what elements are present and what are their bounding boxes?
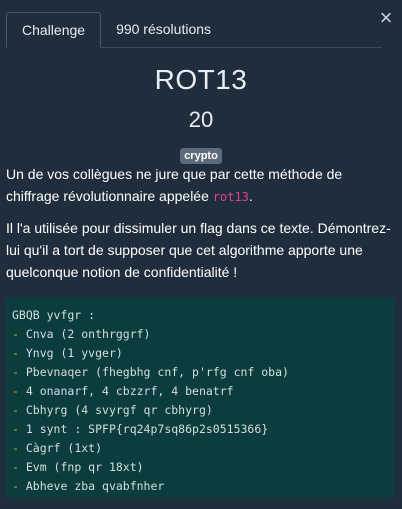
- code-line: - Cnva (2 onthrggrf): [12, 327, 151, 341]
- code-line: GBQB yvfgr :: [12, 308, 96, 322]
- challenge-points: 20: [188, 107, 214, 132]
- code-line: - Cbhyrg (4 svyrgf qr cbhyrg): [12, 403, 213, 417]
- tag-container: crypto: [0, 146, 402, 164]
- description-text-1: Un de vos collègues ne jure que par cett…: [6, 166, 343, 204]
- tab-solves[interactable]: 990 résolutions: [101, 11, 226, 47]
- code-block: GBQB yvfgr : - Cnva (2 onthrggrf) - Ynvg (…: [6, 298, 394, 498]
- code-line: - Ynvg (1 yvger): [12, 346, 123, 360]
- description-text-1-end: .: [248, 188, 253, 204]
- challenge-description: Un de vos collègues ne jure que par cett…: [6, 163, 394, 292]
- category-badge: crypto: [180, 148, 222, 164]
- tab-bar: Challenge 990 résolutions: [6, 11, 382, 48]
- tab-challenge[interactable]: Challenge: [6, 12, 102, 48]
- challenge-title: ROT13: [154, 64, 248, 95]
- description-paragraph-2: Il l'a utilisée pour dissimuler un flag …: [6, 220, 391, 280]
- inline-code: rot13: [212, 190, 249, 204]
- code-line: - 1 synt : SPFP{rq24p7sq86p2s0515366}: [12, 422, 269, 436]
- challenge-modal: × Challenge 990 résolutions ROT13 20 cry…: [0, 0, 402, 509]
- description-paragraph-1: Un de vos collègues ne jure que par cett…: [6, 163, 394, 208]
- code-line: - Abheve zba qvabfnher: [12, 479, 165, 493]
- code-line: - 4 onanarf, 4 cbzzrf, 4 benatrf: [12, 384, 234, 398]
- code-line: - Evm (fnp qr 18xt): [12, 460, 144, 474]
- code-line: - Pbevnaqer (fhegbhg cnf, p'rfg cnf oba): [12, 365, 289, 379]
- code-line: - Càgrf (1xt): [12, 441, 103, 455]
